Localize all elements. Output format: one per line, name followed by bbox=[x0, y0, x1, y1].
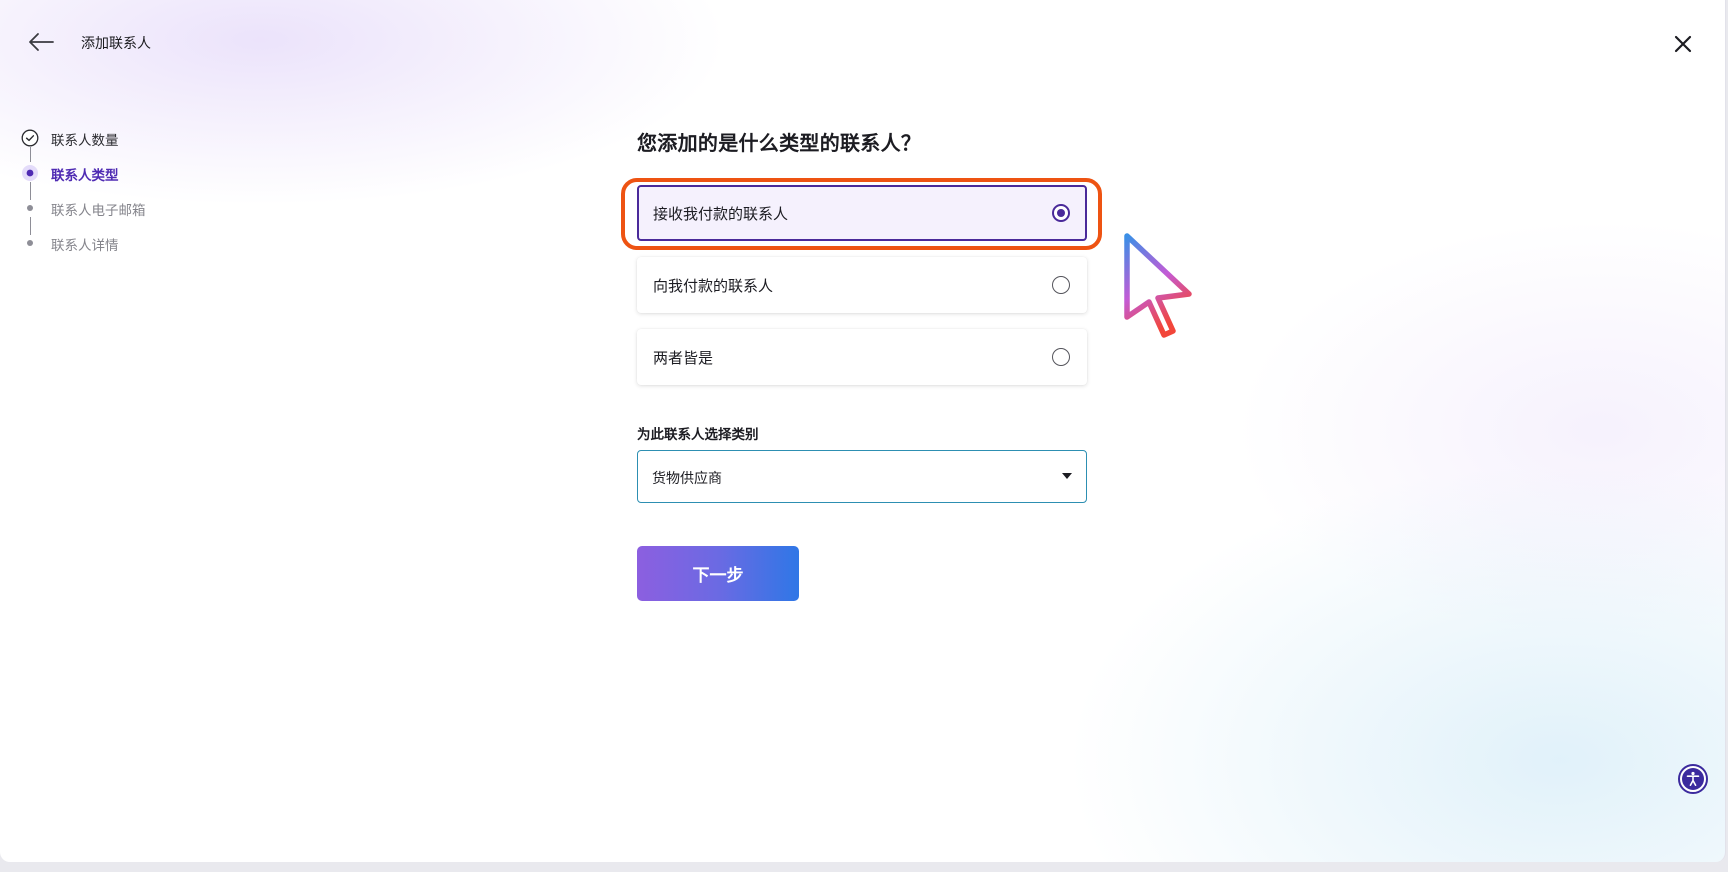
question-heading: 您添加的是什么类型的联系人？ bbox=[637, 131, 922, 155]
pending-step-icon bbox=[27, 240, 33, 246]
close-button[interactable] bbox=[1672, 33, 1694, 55]
pointer-cursor-icon bbox=[1124, 233, 1192, 338]
check-circle-icon bbox=[21, 129, 39, 147]
pending-step-icon bbox=[27, 205, 33, 211]
caret-down-icon bbox=[1062, 473, 1072, 479]
accessibility-icon bbox=[1682, 768, 1704, 790]
step-label: 联系人电子邮箱 bbox=[51, 203, 146, 219]
step-label: 联系人详情 bbox=[51, 238, 119, 254]
step-label: 联系人数量 bbox=[51, 133, 119, 149]
next-button[interactable]: 下一步 bbox=[637, 546, 799, 601]
step-contact-type[interactable]: 联系人类型 bbox=[21, 163, 221, 184]
current-step-icon bbox=[22, 165, 38, 181]
category-label: 为此联系人选择类别 bbox=[637, 427, 759, 443]
page-title: 添加联系人 bbox=[81, 36, 151, 52]
step-contact-email: 联系人电子邮箱 bbox=[21, 198, 221, 219]
step-label: 联系人类型 bbox=[51, 168, 119, 184]
option-label: 接收我付款的联系人 bbox=[653, 205, 789, 223]
option-receives-my-payments[interactable]: 接收我付款的联系人 bbox=[637, 185, 1087, 241]
accessibility-button[interactable] bbox=[1678, 764, 1708, 794]
step-contact-count[interactable]: 联系人数量 bbox=[21, 128, 221, 149]
radio-selected-icon[interactable] bbox=[1052, 204, 1070, 222]
radio-empty-icon[interactable] bbox=[1052, 276, 1070, 294]
app-window: 添加联系人 联系人数量 联系人类型 联系人电子邮箱 联系人详情 您添加的是什么类… bbox=[0, 0, 1726, 862]
category-select[interactable]: 货物供应商 bbox=[637, 450, 1087, 503]
radio-empty-icon[interactable] bbox=[1052, 348, 1070, 366]
option-label: 向我付款的联系人 bbox=[653, 277, 774, 295]
stepper-connector bbox=[30, 147, 31, 162]
step-contact-details: 联系人详情 bbox=[21, 233, 221, 254]
option-label: 两者皆是 bbox=[653, 349, 714, 367]
category-select-value: 货物供应商 bbox=[652, 471, 722, 487]
arrow-left-icon bbox=[29, 33, 54, 51]
radio-dot bbox=[1057, 209, 1065, 217]
close-icon bbox=[1674, 35, 1692, 53]
option-pays-me[interactable]: 向我付款的联系人 bbox=[637, 257, 1087, 313]
option-both[interactable]: 两者皆是 bbox=[637, 329, 1087, 385]
back-button[interactable] bbox=[26, 30, 56, 54]
